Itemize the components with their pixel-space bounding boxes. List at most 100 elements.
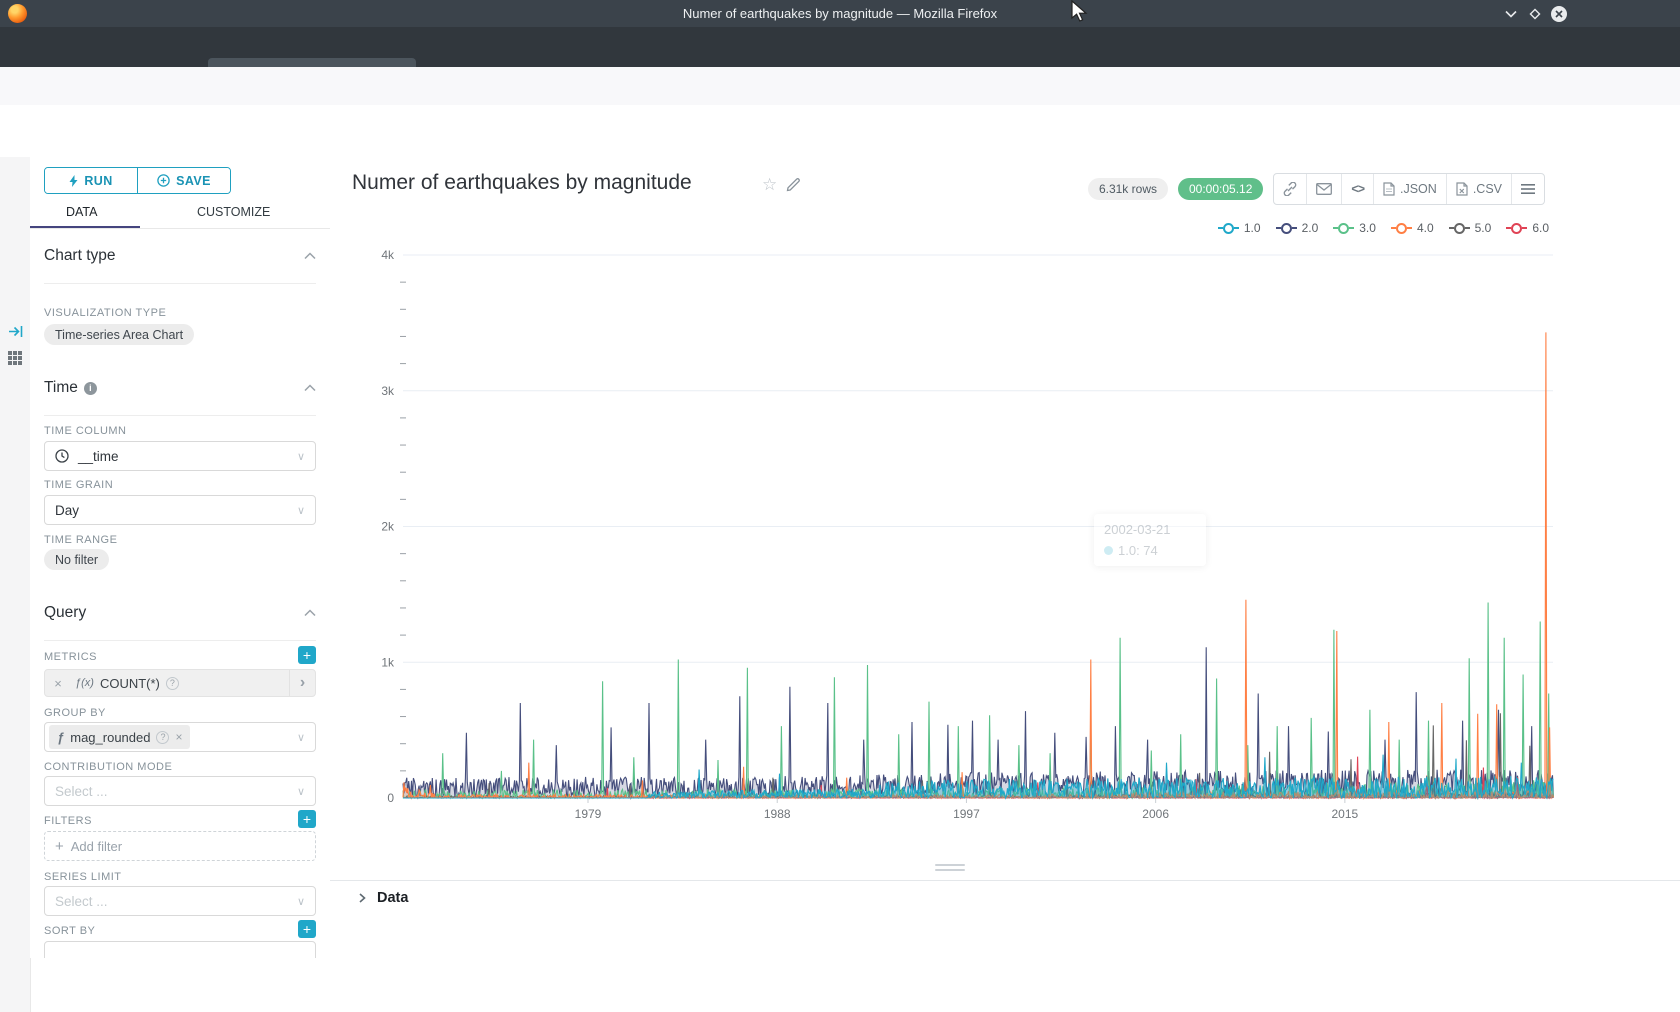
chevron-up-icon[interactable] — [304, 252, 316, 264]
series-line-3.0 — [403, 603, 1553, 799]
divider — [44, 415, 316, 416]
legend-label: 5.0 — [1475, 221, 1492, 235]
divider — [30, 228, 330, 229]
control-panel: RUN SAVE DATA CUSTOMIZE Chart type VISUA… — [30, 157, 331, 958]
expand-metric-icon[interactable]: › — [289, 670, 315, 696]
group-by-select[interactable]: ƒ mag_rounded ? × ∨ — [44, 722, 316, 752]
x-tick-label: 1988 — [764, 807, 791, 821]
run-button[interactable]: RUN — [45, 168, 137, 193]
legend-label: 1.0 — [1244, 221, 1261, 235]
chevron-down-icon: ∨ — [297, 895, 305, 908]
tooltip-series-dot — [1104, 546, 1113, 555]
row-count-badge: 6.31k rows — [1088, 178, 1168, 200]
series-limit-label: SERIES LIMIT — [44, 871, 122, 883]
tab-customize[interactable]: CUSTOMIZE — [197, 205, 270, 219]
add-metric-button[interactable]: + — [298, 646, 316, 664]
contribution-mode-label: CONTRIBUTION MODE — [44, 761, 172, 773]
browser-toolbar: ← → 172.18.0.3:32108/superset/explore/?f… — [0, 67, 1680, 106]
group-by-label: GROUP BY — [44, 707, 106, 719]
x-tick-label: 2015 — [1332, 807, 1359, 821]
export-button-group: <> .JSON .CSV — [1273, 173, 1545, 205]
superset-navbar: ∞ Superset Dashboards Charts SQL Lab▾ Da… — [0, 105, 1680, 158]
tooltip-value: 1.0: 74 — [1118, 543, 1158, 558]
chart-panel: Numer of earthquakes by magnitude ☆ 6.31… — [330, 157, 1680, 1012]
time-grain-select[interactable]: Day ∨ — [44, 495, 316, 525]
legend-item-4.0[interactable]: 4.0 — [1391, 221, 1434, 235]
group-by-token[interactable]: ƒ mag_rounded ? × — [49, 725, 190, 749]
legend-item-1.0[interactable]: 1.0 — [1218, 221, 1261, 235]
legend-item-6.0[interactable]: 6.0 — [1506, 221, 1549, 235]
legend-item-5.0[interactable]: 5.0 — [1449, 221, 1492, 235]
copy-link-button[interactable] — [1274, 174, 1306, 204]
filters-label: FILTERS — [44, 815, 92, 827]
window-close-icon[interactable] — [1550, 5, 1568, 23]
legend-label: 3.0 — [1359, 221, 1376, 235]
plus-icon: + — [55, 838, 64, 855]
y-tick-label: 1k — [381, 655, 395, 669]
tab-data[interactable]: DATA — [66, 205, 97, 219]
fn-icon: ƒ — [57, 730, 64, 745]
mouse-cursor — [1070, 0, 1090, 24]
legend-marker — [1276, 223, 1297, 234]
chevron-down-icon: ∨ — [297, 450, 305, 463]
remove-token-icon[interactable]: × — [175, 730, 182, 744]
series-limit-select[interactable]: Select ... ∨ — [44, 886, 316, 916]
plus-circle-icon — [157, 174, 170, 187]
clock-icon — [55, 449, 69, 463]
datasource-grid-icon[interactable] — [7, 350, 23, 366]
window-maximize-icon[interactable] — [1526, 5, 1544, 23]
hamburger-icon — [1521, 183, 1535, 195]
left-rail — [0, 157, 31, 1012]
chevron-up-icon[interactable] — [304, 384, 316, 396]
viz-type-label: VISUALIZATION TYPE — [44, 307, 166, 319]
data-section-header[interactable]: Data — [357, 890, 408, 906]
series-line-2.0 — [403, 647, 1553, 798]
viz-type-pill[interactable]: Time-series Area Chart — [44, 324, 194, 345]
y-tick-label: 0 — [387, 791, 394, 805]
add-filter-button[interactable]: + — [298, 810, 316, 828]
favorite-star-icon[interactable]: ☆ — [762, 175, 777, 195]
chart-svg[interactable]: 01k2k3k4k19791988199720062015 — [330, 240, 1680, 840]
contribution-mode-select[interactable]: Select ... ∨ — [44, 776, 316, 806]
time-column-select[interactable]: __time ∨ — [44, 441, 316, 471]
metric-token[interactable]: × ƒ(x) COUNT(*) ? › — [44, 669, 316, 697]
section-time[interactable]: Timei — [44, 379, 97, 397]
email-button[interactable] — [1306, 174, 1341, 204]
question-icon[interactable]: ? — [166, 677, 179, 690]
legend-marker — [1391, 223, 1412, 234]
lightning-icon — [69, 175, 78, 187]
run-save-group: RUN SAVE — [44, 167, 231, 194]
question-icon[interactable]: ? — [156, 731, 169, 744]
chevron-down-icon: ∨ — [297, 731, 305, 744]
edit-title-icon[interactable] — [786, 177, 801, 192]
embed-code-button[interactable]: <> — [1341, 174, 1373, 204]
legend-marker — [1449, 223, 1470, 234]
chevron-down-icon: ∨ — [297, 504, 305, 517]
file-icon — [1383, 182, 1395, 196]
legend-item-2.0[interactable]: 2.0 — [1276, 221, 1319, 235]
legend-item-3.0[interactable]: 3.0 — [1333, 221, 1376, 235]
time-column-label: TIME COLUMN — [44, 425, 127, 437]
export-csv-button[interactable]: .CSV — [1446, 174, 1511, 204]
collapse-panel-icon[interactable] — [8, 325, 23, 338]
panel-resize-handle[interactable] — [935, 864, 965, 874]
envelope-icon — [1316, 183, 1332, 195]
sort-by-select[interactable] — [44, 941, 316, 958]
export-json-button[interactable]: .JSON — [1373, 174, 1446, 204]
section-query[interactable]: Query — [44, 604, 86, 622]
divider — [44, 283, 316, 284]
info-icon: i — [84, 382, 97, 395]
chart-legend: 1.0 2.0 3.0 4.0 5.0 6.0 — [1218, 221, 1549, 235]
section-chart-type[interactable]: Chart type — [44, 247, 116, 265]
metrics-label: METRICS — [44, 651, 97, 663]
add-filter-dropzone[interactable]: + Add filter — [44, 831, 316, 861]
add-sort-button[interactable]: + — [298, 920, 316, 938]
caret-right-icon — [357, 893, 367, 903]
time-range-pill[interactable]: No filter — [44, 549, 109, 570]
save-button[interactable]: SAVE — [137, 168, 230, 193]
chevron-up-icon[interactable] — [304, 609, 316, 621]
y-tick-label: 2k — [381, 520, 395, 534]
chart-menu-button[interactable] — [1511, 174, 1544, 204]
window-minimize-icon[interactable] — [1502, 5, 1520, 23]
remove-metric-icon[interactable]: × — [45, 676, 71, 691]
